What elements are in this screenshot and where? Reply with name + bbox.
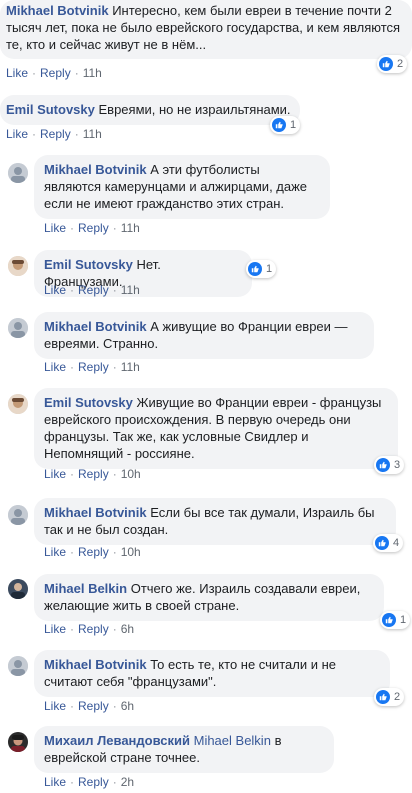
reaction-count[interactable]: 1	[380, 611, 411, 629]
reply-link[interactable]: Reply	[78, 775, 109, 789]
avatar[interactable]	[8, 579, 28, 599]
comment-time[interactable]: 11h	[83, 66, 102, 80]
comment-author[interactable]: Mihael Belkin	[44, 581, 127, 596]
reaction-count[interactable]: 2	[377, 55, 408, 73]
mention-link[interactable]: Mihael Belkin	[194, 733, 271, 748]
like-icon	[382, 613, 396, 627]
comment-bubble: Mikhael Botvinik Если бы все так думали,…	[34, 498, 396, 545]
like-icon	[375, 536, 389, 550]
comment-time[interactable]: 11h	[121, 283, 140, 297]
like-link[interactable]: Like	[44, 622, 66, 636]
like-icon	[272, 118, 286, 132]
comment-time[interactable]: 10h	[121, 467, 141, 481]
comment-text: Евреями, но не израильтянами.	[98, 102, 291, 117]
avatar[interactable]	[8, 656, 28, 676]
reaction-count[interactable]: 2	[374, 688, 405, 706]
comment-bubble: Emil Sutovsky Живущие во Франции евреи -…	[34, 388, 398, 469]
comment-bubble: Михаил Левандовский Mihael Belkin в евре…	[34, 726, 334, 773]
comment-bubble: Mikhael Botvinik А эти футболисты являют…	[34, 155, 330, 219]
like-link[interactable]: Like	[44, 221, 66, 235]
like-link[interactable]: Like	[44, 467, 66, 481]
reply-link[interactable]: Reply	[78, 622, 109, 636]
comment-time[interactable]: 11h	[83, 127, 102, 141]
comment-bubble: Emil Sutovsky Евреями, но не израильтяна…	[0, 95, 300, 125]
reply-link[interactable]: Reply	[78, 467, 109, 481]
avatar[interactable]	[8, 163, 28, 183]
comment-author[interactable]: Mikhael Botvinik	[6, 3, 109, 18]
comment-author[interactable]: Mikhael Botvinik	[44, 505, 147, 520]
comment-time[interactable]: 11h	[121, 360, 140, 374]
comment-author[interactable]: Emil Sutovsky	[44, 257, 133, 272]
reaction-count[interactable]: 3	[374, 456, 405, 474]
like-icon	[376, 690, 390, 704]
comment-time[interactable]: 6h	[121, 699, 134, 713]
comment-actions: Like · Reply · 6h	[44, 622, 135, 636]
reply-link[interactable]: Reply	[78, 699, 109, 713]
reply-link[interactable]: Reply	[78, 283, 109, 297]
like-link[interactable]: Like	[44, 775, 66, 789]
comment-author[interactable]: Mikhael Botvinik	[44, 162, 147, 177]
comment-time[interactable]: 11h	[121, 221, 140, 235]
comment-time[interactable]: 6h	[121, 622, 134, 636]
reply-link[interactable]: Reply	[40, 66, 71, 80]
comment-actions: Like · Reply · 11h	[6, 127, 102, 141]
like-icon	[248, 262, 262, 276]
reaction-count[interactable]: 1	[246, 260, 277, 278]
comment-author[interactable]: Mikhael Botvinik	[44, 657, 147, 672]
reaction-count[interactable]: 4	[373, 534, 404, 552]
comment-actions: Like · Reply · 11h	[44, 283, 140, 297]
comment-author[interactable]: Михаил Левандовский	[44, 733, 190, 748]
like-link[interactable]: Like	[6, 127, 28, 141]
comment-author[interactable]: Emil Sutovsky	[44, 395, 133, 410]
reply-link[interactable]: Reply	[78, 545, 109, 559]
comment-actions: Like · Reply · 10h	[44, 545, 141, 559]
avatar[interactable]	[8, 318, 28, 338]
reply-link[interactable]: Reply	[78, 360, 109, 374]
like-link[interactable]: Like	[44, 545, 66, 559]
comment-time[interactable]: 10h	[121, 545, 141, 559]
comment-actions: Like · Reply · 10h	[44, 467, 141, 481]
comment-bubble: Mihael Belkin Отчего же. Израиль создава…	[34, 574, 384, 621]
comment-author[interactable]: Mikhael Botvinik	[44, 319, 147, 334]
avatar[interactable]	[8, 732, 28, 752]
comment-actions: Like · Reply · 11h	[44, 221, 140, 235]
reply-link[interactable]: Reply	[78, 221, 109, 235]
reply-link[interactable]: Reply	[40, 127, 71, 141]
comment-bubble: Mikhael Botvinik То есть те, кто не счит…	[34, 650, 390, 697]
like-icon	[376, 458, 390, 472]
avatar[interactable]	[8, 505, 28, 525]
comment-actions: Like · Reply · 2h	[44, 775, 135, 789]
comment-actions: Like · Reply · 6h	[44, 699, 135, 713]
reaction-count[interactable]: 1	[270, 116, 301, 134]
comment-bubble: Mikhael Botvinik А живущие во Франции ев…	[34, 312, 374, 359]
comment-actions: Like · Reply · 11h	[6, 66, 102, 80]
comment-actions: Like · Reply · 11h	[44, 360, 140, 374]
like-link[interactable]: Like	[44, 283, 66, 297]
comment-author[interactable]: Emil Sutovsky	[6, 102, 95, 117]
comment-bubble: Mikhael Botvinik Интересно, кем были евр…	[0, 0, 412, 59]
like-icon	[379, 57, 393, 71]
avatar[interactable]	[8, 256, 28, 276]
like-link[interactable]: Like	[6, 66, 28, 80]
like-link[interactable]: Like	[44, 360, 66, 374]
comment-time[interactable]: 2h	[121, 775, 134, 789]
like-link[interactable]: Like	[44, 699, 66, 713]
avatar[interactable]	[8, 394, 28, 414]
